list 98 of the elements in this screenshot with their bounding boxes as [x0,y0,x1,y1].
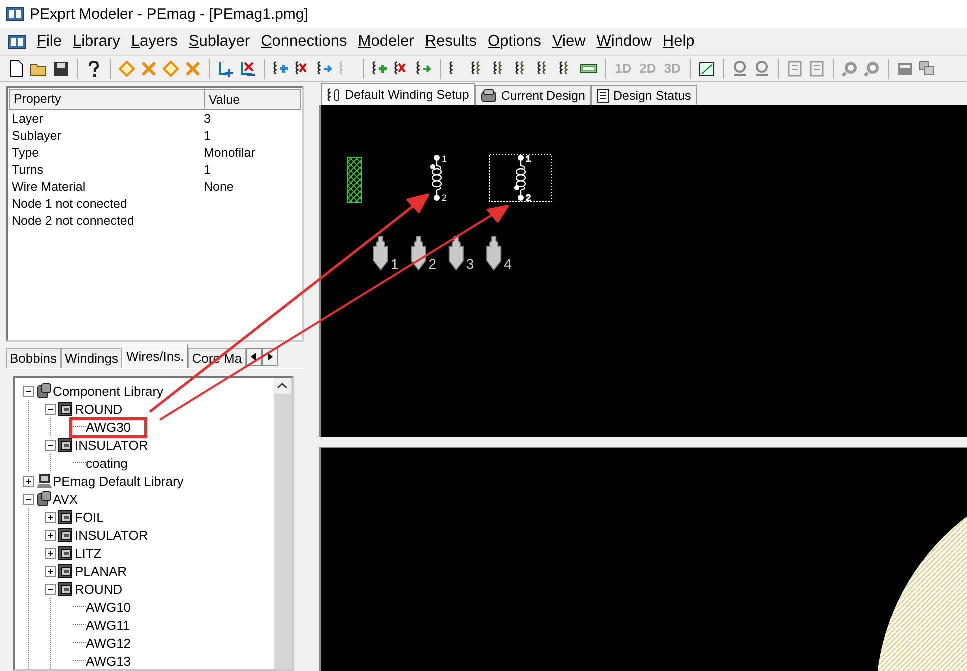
property-name: Type [12,146,40,160]
terminal-icon[interactable] [448,236,464,271]
menu-item[interactable]: File [37,32,62,50]
property-name: Node 1 not conected [12,196,128,210]
terminal-label: 1 [391,256,399,272]
library-tab[interactable]: Windings [60,348,122,368]
expand-toggle[interactable] [45,566,56,576]
menu-item[interactable]: Layers [131,32,178,50]
property-name: Layer [12,112,44,126]
coil-icon [327,88,341,102]
window-title: PExprt Modeler - PEmag - [PEmag1.pmg] [30,6,308,22]
library-tab[interactable]: Bobbins [6,348,61,368]
terminal-icon[interactable] [486,236,502,271]
property-name: Node 2 not connected [12,214,136,228]
property-name: Sublayer [12,128,62,142]
view-tab[interactable]: Current Design [475,85,592,105]
app-icon [8,34,26,48]
menu-item[interactable]: Modeler [358,32,414,50]
database-icon [481,88,498,102]
tree-item[interactable]: AWG10 [86,600,132,614]
library-tab[interactable]: Wires/Ins. [122,344,188,368]
tree-item[interactable]: Component Library [53,384,164,398]
menu-item[interactable]: Options [488,32,542,50]
add-coil-icon[interactable] [371,60,389,78]
add-layer-icon[interactable] [217,60,235,78]
menu-item[interactable]: Library [72,32,120,50]
zoom-icon[interactable] [862,60,881,78]
expand-toggle[interactable] [45,548,56,558]
terminal-label: 3 [466,256,474,272]
property-value: 1 [203,128,211,142]
property-name: Wire Material [12,180,87,194]
folder-icon [58,563,74,579]
add-coil-icon[interactable] [272,60,290,78]
tree-item[interactable]: AVX [53,492,78,506]
column-header[interactable]: Value [205,92,240,106]
document-icon [597,88,610,102]
core-leg-drawing [347,157,362,203]
scroll-left-icon[interactable] [246,348,262,366]
menu-item[interactable]: Results [425,32,477,50]
menu-item[interactable]: Connections [261,32,348,50]
computer-icon [36,473,52,489]
expand-toggle[interactable] [45,440,56,450]
tree-item[interactable]: FOIL [75,510,104,524]
chart-icon[interactable] [698,60,716,78]
windows-icon[interactable] [918,60,936,78]
new-file-icon[interactable] [8,60,26,78]
tree-item[interactable]: INSULATOR [75,438,148,452]
terminal-icon[interactable] [411,236,426,271]
terminal-icon[interactable] [374,236,388,271]
folder-icon [58,509,74,525]
folder-icon [58,545,74,561]
database-icon [36,491,52,507]
tree-item[interactable]: AWG13 [86,654,132,668]
menu-item[interactable]: Window [596,32,652,50]
tree-item[interactable]: AWG30 [86,420,132,434]
tree-item[interactable]: INSULATOR [75,528,148,542]
menu-item[interactable]: Sublayer [188,32,250,50]
remove-layer-icon[interactable] [239,60,257,78]
property-value: None [203,180,234,194]
coil-arrow-icon[interactable] [316,60,334,78]
save-icon[interactable] [52,60,70,78]
scrollbar[interactable] [274,378,292,669]
expand-toggle[interactable] [23,386,34,396]
terminal-label: 2 [428,256,436,272]
expand-toggle[interactable] [45,512,56,522]
menu-item[interactable]: Help [662,32,695,50]
tree-item[interactable]: AWG11 [86,618,130,632]
tree-item[interactable]: ROUND [75,582,123,596]
folder-icon [58,401,74,417]
expand-toggle[interactable] [45,404,56,414]
tree-item[interactable]: LITZ [75,546,102,560]
property-name: Turns [12,162,44,176]
expand-toggle[interactable] [45,530,56,540]
tree-item[interactable]: PEmag Default Library [53,474,184,488]
view-tab[interactable]: Default Winding Setup [321,83,476,105]
tree-item[interactable]: coating [86,456,128,470]
property-value: 1 [203,162,211,176]
expand-toggle[interactable] [45,584,56,594]
tree-item[interactable]: AWG12 [86,636,132,650]
menu-item[interactable]: View [552,32,586,50]
expand-toggle[interactable] [23,494,34,504]
zoom-icon[interactable] [840,60,859,78]
tree-item[interactable]: ROUND [75,402,123,416]
terminal-label: 4 [504,256,512,272]
folder-icon [58,437,74,453]
scroll-up-icon[interactable] [274,378,291,394]
coil-arrow-icon[interactable] [415,60,433,78]
app-icon [6,7,24,21]
folder-icon [58,527,74,543]
column-header[interactable]: Property [10,90,205,109]
tree-item[interactable]: PLANAR [75,564,128,578]
property-value: 3 [203,112,211,126]
folder-icon [58,581,74,597]
inductor-symbol[interactable]: 1 2 [490,154,552,203]
view-tab[interactable]: Design Status [591,85,698,105]
property-value: Monofilar [203,146,256,160]
database-icon [36,383,52,399]
expand-toggle[interactable] [23,476,34,486]
